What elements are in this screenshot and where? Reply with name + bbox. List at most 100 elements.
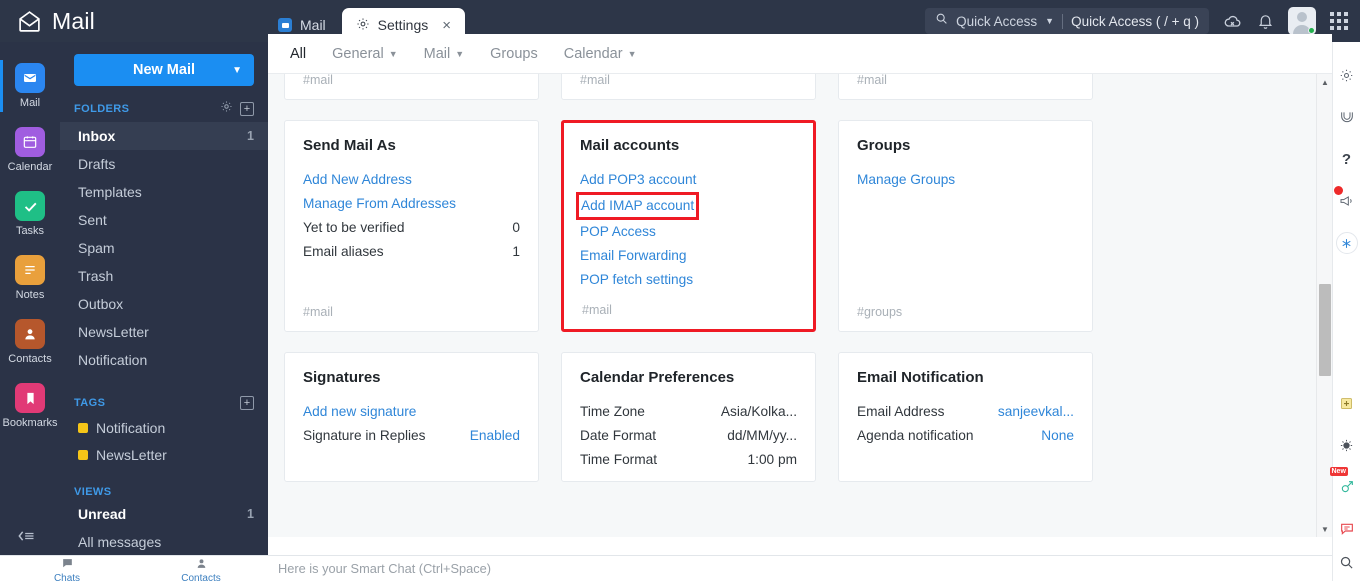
sidebar-view-all-messages[interactable]: All messages xyxy=(60,528,268,556)
row-value: 1 xyxy=(512,244,520,259)
close-icon[interactable]: × xyxy=(442,17,451,34)
row-value: dd/MM/yy... xyxy=(727,428,797,443)
gear-icon[interactable] xyxy=(1335,64,1359,86)
folder-label: Sent xyxy=(78,212,107,228)
card-link-manage-from-addresses[interactable]: Manage From Addresses xyxy=(303,192,520,216)
clip-v-icon[interactable] xyxy=(1335,106,1359,128)
subnav-mail[interactable]: Mail ▼ xyxy=(424,46,465,62)
chevron-down-icon: ▼ xyxy=(455,48,465,59)
row-key: Time Zone xyxy=(580,404,645,419)
row-value[interactable]: None xyxy=(1041,424,1074,448)
help-question-icon[interactable]: ? xyxy=(1335,148,1359,170)
settings-card-groups[interactable]: Groups Manage Groups #groups xyxy=(838,120,1093,332)
app-rail-item-calendar[interactable]: Calendar xyxy=(0,118,60,182)
app-rail-item-notes[interactable]: Notes xyxy=(0,246,60,310)
brightness-icon[interactable] xyxy=(1335,434,1359,456)
sidebar-tag-notification[interactable]: Notification xyxy=(60,414,268,441)
card-link-add-imap-account[interactable]: Add IMAP account xyxy=(576,192,700,220)
gear-icon[interactable] xyxy=(220,100,233,118)
smart-chat-bar[interactable]: Here is your Smart Chat (Ctrl+Space) xyxy=(268,555,1332,581)
sidebar-item-spam[interactable]: Spam xyxy=(60,234,268,262)
plug-icon[interactable]: New xyxy=(1329,467,1359,498)
chevron-down-icon[interactable]: ▼ xyxy=(1045,16,1054,26)
sidebar-item-templates[interactable]: Templates xyxy=(60,178,268,206)
new-mail-button[interactable]: New Mail ▼ xyxy=(74,54,254,86)
sidebar-item-outbox[interactable]: Outbox xyxy=(60,290,268,318)
bottom-item-chats[interactable]: Chats xyxy=(0,556,134,581)
subnav-calendar[interactable]: Calendar ▼ xyxy=(564,46,637,62)
apps-grid-icon[interactable] xyxy=(1330,12,1348,30)
card-row-signature-in-replies: Signature in Replies Enabled xyxy=(303,424,520,448)
add-folder-icon[interactable]: + xyxy=(240,102,254,116)
gear-icon xyxy=(356,17,370,34)
card-link-manage-groups[interactable]: Manage Groups xyxy=(857,168,1074,192)
row-value[interactable]: sanjeevkal... xyxy=(998,400,1074,424)
settings-card[interactable]: #mail xyxy=(284,74,539,100)
card-title: Groups xyxy=(857,137,911,154)
settings-card[interactable]: #mail xyxy=(838,74,1093,100)
collapse-sidebar-icon[interactable] xyxy=(16,529,36,543)
card-link-add-pop3-account[interactable]: Add POP3 account xyxy=(580,168,797,192)
sidebar-item-newsletter[interactable]: NewsLetter xyxy=(60,318,268,346)
card-link-pop-fetch-settings[interactable]: POP fetch settings xyxy=(580,268,797,292)
app-rail-label: Contacts xyxy=(8,353,52,365)
scroll-up-arrow[interactable]: ▲ xyxy=(1317,74,1333,90)
sidebar-item-drafts[interactable]: Drafts xyxy=(60,150,268,178)
app-rail-item-mail[interactable]: Mail xyxy=(0,54,60,118)
sidebar-tag-newsletter[interactable]: NewsLetter xyxy=(60,441,268,468)
check-icon xyxy=(15,191,45,221)
row-value[interactable]: Enabled xyxy=(470,424,520,448)
quick-access-bar[interactable]: Quick Access ▼ Quick Access ( / + q ) xyxy=(925,8,1209,34)
avatar[interactable] xyxy=(1288,7,1316,35)
scrollbar-thumb[interactable] xyxy=(1319,284,1331,376)
settings-card-signatures[interactable]: Signatures Add new signature Signature i… xyxy=(284,352,539,482)
settings-card-antispam[interactable]: Unsubscribed list Language filter #mail xyxy=(561,74,816,100)
sidebar-view-unread[interactable]: Unread 1 xyxy=(60,500,268,528)
folders-title: FOLDERS xyxy=(74,103,130,115)
megaphone-icon[interactable] xyxy=(1333,186,1359,212)
view-label: Unread xyxy=(78,506,127,522)
divider xyxy=(1062,13,1064,29)
sidebar-item-trash[interactable]: Trash xyxy=(60,262,268,290)
settings-card-calendar-preferences[interactable]: Calendar Preferences Time Zone Asia/Kolk… xyxy=(561,352,816,482)
app-rail-item-contacts[interactable]: Contacts xyxy=(0,310,60,374)
chat-bubble-icon xyxy=(61,557,74,573)
flower-asterisk-icon[interactable] xyxy=(1335,232,1359,254)
card-row-time-zone: Time Zone Asia/Kolka... xyxy=(580,400,797,424)
tag-label: NewsLetter xyxy=(96,446,167,463)
bell-icon[interactable] xyxy=(1257,13,1274,30)
search-icon[interactable] xyxy=(1339,555,1354,575)
chevron-down-icon[interactable]: ▼ xyxy=(232,65,242,76)
tag-label: Notification xyxy=(96,419,166,436)
bottom-item-contacts[interactable]: Contacts xyxy=(134,556,268,581)
settings-card-send-mail-as[interactable]: Send Mail As Add New Address Manage From… xyxy=(284,120,539,332)
sidebar-item-inbox[interactable]: Inbox 1 xyxy=(60,122,268,150)
settings-card-grid: #mail Unsubscribed list Language filter … xyxy=(284,74,1300,482)
card-link-pop-access[interactable]: POP Access xyxy=(580,220,797,244)
settings-card-mail-accounts[interactable]: Mail accounts Add POP3 account Add IMAP … xyxy=(561,120,816,332)
app-rail-item-bookmarks[interactable]: Bookmarks xyxy=(0,374,60,438)
add-tag-icon[interactable]: + xyxy=(240,396,254,410)
brand: Mail xyxy=(0,8,262,35)
card-link-add-new-signature[interactable]: Add new signature xyxy=(303,400,520,424)
cloud-off-icon[interactable] xyxy=(1223,11,1243,31)
settings-content: All General ▼ Mail ▼ Groups Calendar ▼ #… xyxy=(268,34,1332,559)
subnav-groups[interactable]: Groups xyxy=(490,46,538,62)
chat-bubble-icon[interactable] xyxy=(1335,518,1359,540)
card-link-add-new-address[interactable]: Add New Address xyxy=(303,168,520,192)
card-row-date-format: Date Format dd/MM/yy... xyxy=(580,424,797,448)
card-link[interactable]: Language filter xyxy=(580,74,797,77)
sidebar-item-notification[interactable]: Notification xyxy=(60,346,268,374)
subnav-label: Mail xyxy=(423,45,451,62)
scroll-down-arrow[interactable]: ▼ xyxy=(1317,521,1333,537)
settings-card-email-notification[interactable]: Email Notification Email Address sanjeev… xyxy=(838,352,1093,482)
subnav-all[interactable]: All xyxy=(290,46,306,62)
add-note-icon[interactable] xyxy=(1335,392,1359,414)
card-title: Signatures xyxy=(303,369,381,386)
app-rail-label: Mail xyxy=(19,97,41,109)
app-rail-item-tasks[interactable]: Tasks xyxy=(0,182,60,246)
subnav-label: Groups xyxy=(490,45,538,62)
card-link-email-forwarding[interactable]: Email Forwarding xyxy=(580,244,797,268)
subnav-general[interactable]: General ▼ xyxy=(332,46,398,62)
sidebar-item-sent[interactable]: Sent xyxy=(60,206,268,234)
